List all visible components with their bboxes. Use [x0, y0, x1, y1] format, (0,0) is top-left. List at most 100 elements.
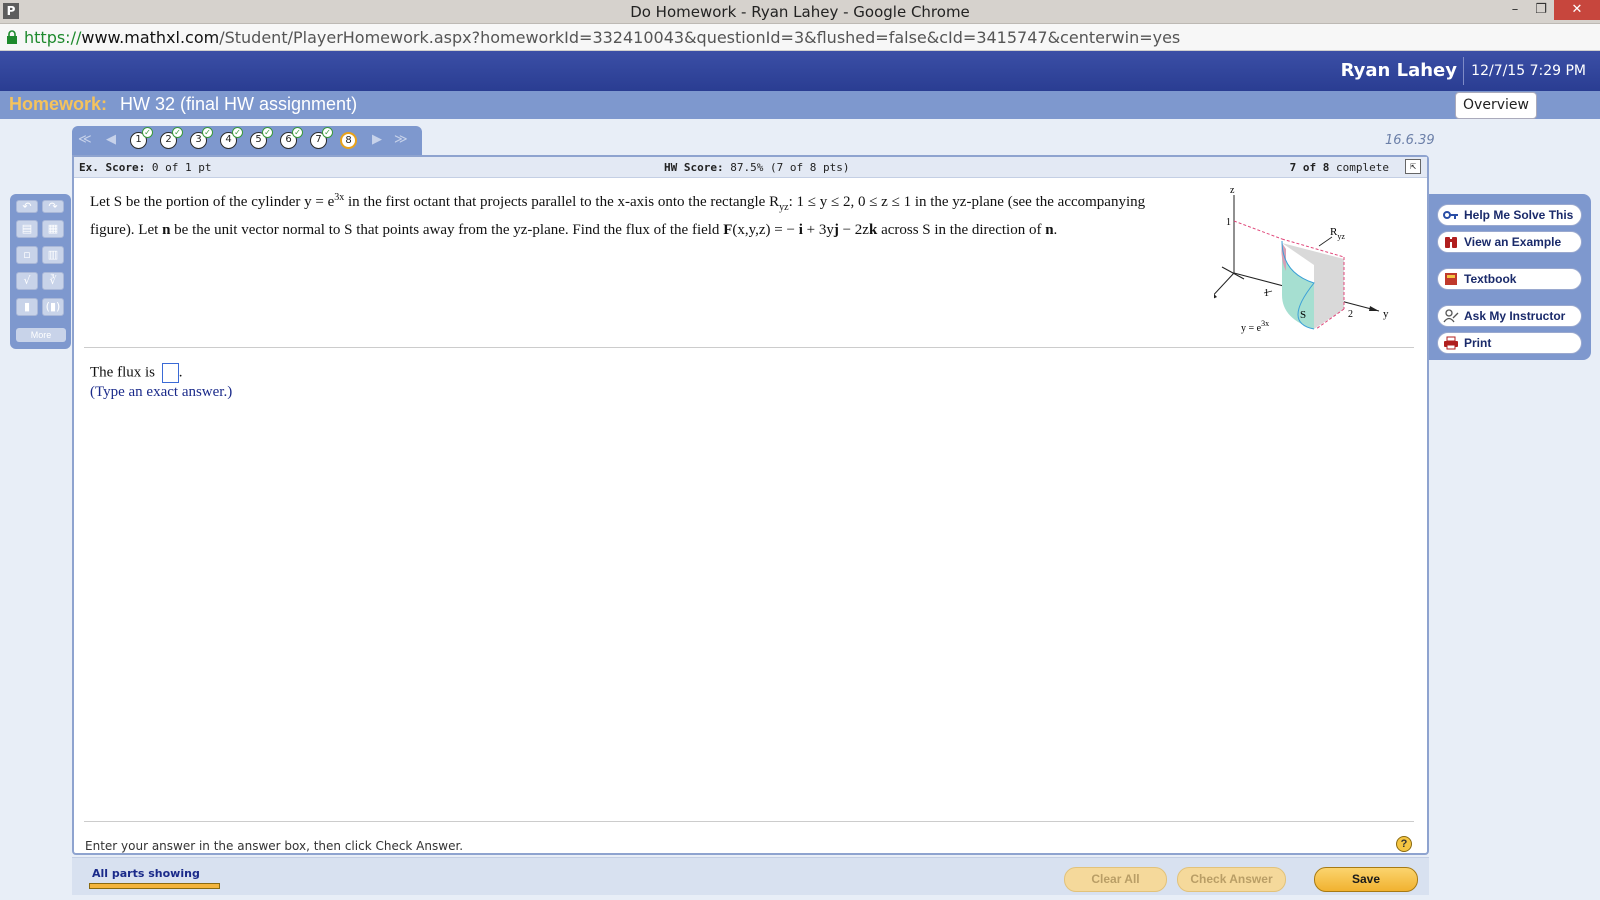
- window-title-bar: P Do Homework - Ryan Lahey - Google Chro…: [0, 0, 1600, 24]
- help-icon[interactable]: ?: [1396, 836, 1412, 852]
- question-8-button[interactable]: 8: [340, 132, 357, 149]
- homework-score: HW Score: 87.5% (7 of 8 pts): [664, 161, 849, 174]
- question-1-button[interactable]: 1 ✓: [130, 127, 153, 149]
- binoculars-icon: [1445, 237, 1457, 248]
- check-answer-button[interactable]: Check Answer: [1177, 867, 1286, 892]
- key-icon: [1443, 211, 1458, 219]
- question-4-button[interactable]: 4 ✓: [220, 127, 243, 149]
- homework-bar: Homework: HW 32 (final HW assignment) Ov…: [0, 91, 1600, 119]
- print-button[interactable]: Print: [1437, 332, 1582, 354]
- question-part: Let S be the portion of the cylinder y =…: [90, 194, 335, 210]
- question-2-button[interactable]: 2 ✓: [160, 127, 183, 149]
- question-number: 5: [255, 134, 262, 145]
- question-part: + 3y: [802, 222, 834, 238]
- more-tools-button[interactable]: More: [16, 328, 66, 342]
- question-part: − 2z: [838, 222, 869, 238]
- address-bar[interactable]: https://www.mathxl.com/Student/PlayerHom…: [0, 24, 1600, 51]
- homework-score-label: HW Score:: [664, 161, 724, 174]
- save-button[interactable]: Save: [1314, 867, 1418, 892]
- undo-tool-icon[interactable]: ↶: [16, 200, 38, 213]
- question-6-button[interactable]: 6 ✓: [280, 127, 303, 149]
- textbook-label: Textbook: [1464, 272, 1517, 286]
- window-title: Do Homework - Ryan Lahey - Google Chrome: [630, 3, 970, 21]
- answer-line: The flux is .: [90, 363, 183, 383]
- progress-count: 7 of 8: [1289, 161, 1330, 174]
- expand-icon[interactable]: ⇱: [1405, 159, 1421, 174]
- question-part: .: [1053, 222, 1058, 238]
- clear-all-button[interactable]: Clear All: [1064, 867, 1167, 892]
- overview-button[interactable]: Overview: [1455, 92, 1537, 119]
- vector-n: n: [1045, 222, 1054, 238]
- nth-root-tool-icon[interactable]: ∛: [42, 272, 64, 290]
- figure-r-label: Ryz: [1330, 226, 1345, 241]
- question-7-button[interactable]: 7 ✓: [310, 127, 333, 149]
- question-number: 8: [345, 135, 352, 146]
- decimal-tool-icon[interactable]: ▮: [16, 298, 38, 316]
- url-host: www.mathxl.com: [81, 28, 220, 47]
- lock-icon: [7, 30, 17, 44]
- answer-prefix: The flux is: [90, 364, 155, 381]
- redo-tool-icon[interactable]: ↷: [42, 200, 64, 213]
- header-divider: [1463, 57, 1464, 85]
- interval-tool-icon[interactable]: (▮): [42, 298, 64, 316]
- help-me-solve-label: Help Me Solve This: [1464, 208, 1574, 222]
- exponent: 3x: [334, 192, 345, 203]
- url-text[interactable]: https://www.mathxl.com/Student/PlayerHom…: [24, 28, 1180, 47]
- homework-title: HW 32 (final HW assignment): [120, 94, 358, 114]
- homework-score-value: 87.5% (7 of 8 pts): [730, 161, 850, 174]
- footer-divider: [84, 821, 1414, 822]
- url-scheme: https://: [24, 28, 82, 47]
- question-number: 1: [135, 134, 142, 145]
- check-icon: ✓: [172, 127, 183, 138]
- close-window-button[interactable]: ✕: [1554, 0, 1600, 20]
- minimize-button[interactable]: –: [1502, 0, 1528, 20]
- site-header: Ryan Lahey 12/7/15 7:29 PM: [0, 51, 1600, 91]
- answer-input[interactable]: [161, 363, 179, 383]
- previous-question-button[interactable]: ◀: [106, 132, 116, 147]
- divider: [84, 347, 1414, 348]
- figure-curve-label: y = e3x: [1241, 319, 1269, 334]
- figure-y2-label: 2: [1348, 309, 1353, 320]
- square-root-tool-icon[interactable]: √: [16, 272, 38, 290]
- question-part: in the first octant that projects parall…: [344, 194, 780, 210]
- ask-instructor-button[interactable]: Ask My Instructor: [1437, 305, 1582, 327]
- ask-instructor-label: Ask My Instructor: [1464, 309, 1566, 323]
- help-me-solve-button[interactable]: Help Me Solve This: [1437, 204, 1582, 226]
- answer-hint: (Type an exact answer.): [90, 384, 233, 400]
- next-question-button[interactable]: ▶: [372, 132, 382, 147]
- homework-label: Homework:: [9, 94, 108, 114]
- question-text: Let S be the portion of the cylinder y =…: [90, 187, 1190, 241]
- question-number: 3: [195, 134, 202, 145]
- mixed-number-tool-icon[interactable]: ▦: [42, 220, 64, 238]
- book-icon: [1445, 273, 1457, 285]
- footer-instruction: Enter your answer in the answer box, the…: [85, 839, 464, 853]
- figure-curve: y = e: [1241, 323, 1262, 334]
- fraction-tool-icon[interactable]: ▤: [16, 220, 38, 238]
- question-nav: ≪ ◀ 1 ✓ 2 ✓ 3 ✓ 4 ✓ 5 ✓ 6 ✓ 7 ✓ 8 ▶ ≫: [72, 126, 422, 156]
- check-icon: ✓: [322, 127, 333, 138]
- question-part: across S in the direction of: [877, 222, 1046, 238]
- first-question-button[interactable]: ≪: [78, 132, 92, 147]
- score-bar: Ex. Score: 0 of 1 pt HW Score: 87.5% (7 …: [74, 157, 1427, 178]
- textbook-button[interactable]: Textbook: [1437, 268, 1582, 290]
- printer-icon: [1444, 336, 1458, 350]
- question-3-button[interactable]: 3 ✓: [190, 127, 213, 149]
- absolute-value-tool-icon[interactable]: ▥: [42, 246, 64, 264]
- question-5-button[interactable]: 5 ✓: [250, 127, 273, 149]
- view-example-label: View an Example: [1464, 235, 1562, 249]
- figure-y-label: y: [1383, 308, 1389, 320]
- last-question-button[interactable]: ≫: [394, 132, 408, 147]
- question-figure[interactable]: z 1 x y 1 2 Ryz S y = e3x: [1214, 183, 1414, 343]
- print-label: Print: [1464, 336, 1492, 350]
- view-example-button[interactable]: View an Example: [1437, 231, 1582, 253]
- user-name: Ryan Lahey: [1340, 60, 1457, 81]
- exercise-score-label: Ex. Score:: [79, 161, 146, 174]
- question-number: 4: [225, 134, 232, 145]
- parts-showing-label: All parts showing: [92, 867, 200, 880]
- restore-button[interactable]: ❐: [1528, 0, 1554, 20]
- exponent-tool-icon[interactable]: ▫: [16, 246, 38, 264]
- question-number: 2: [165, 134, 172, 145]
- figure-y1-label: 1: [1264, 288, 1269, 299]
- figure-r-sub: yz: [1337, 232, 1345, 241]
- question-part: (x,y,z) = −: [732, 222, 799, 238]
